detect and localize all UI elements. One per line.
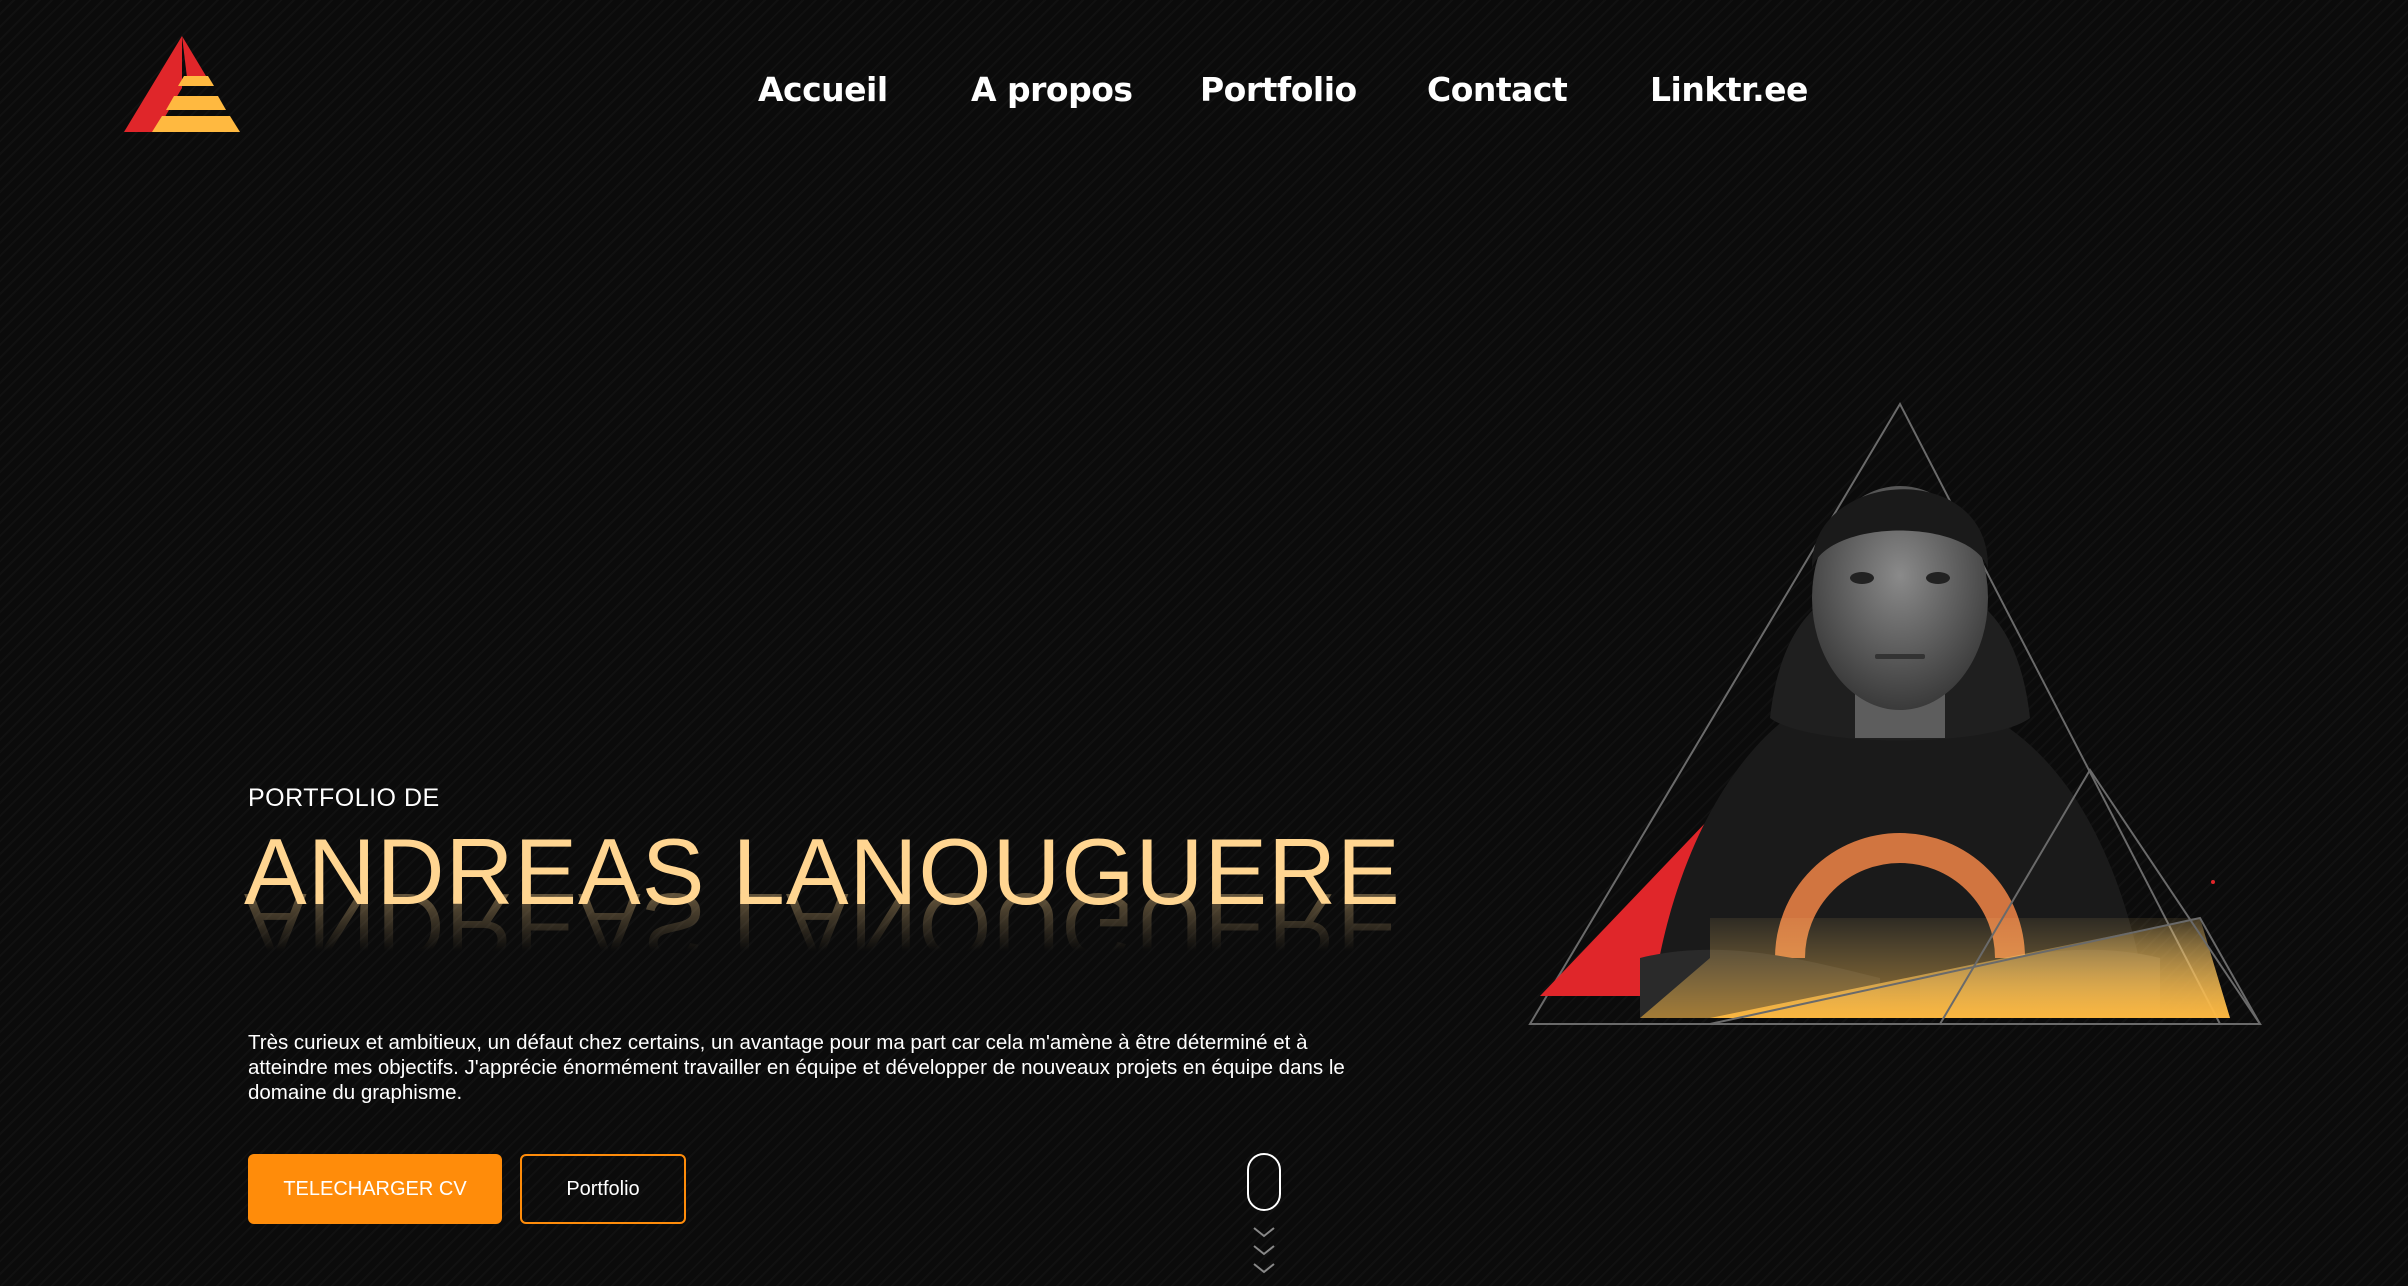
chevron-down-icon	[1253, 1263, 1275, 1274]
nav-item-linktree[interactable]: Linktr.ee	[1650, 62, 1808, 118]
nav-item-a-propos[interactable]: A propos	[971, 62, 1133, 118]
hero-name-reflection: ANDREAS LANOUGUERE	[244, 874, 1401, 979]
nav-item-contact[interactable]: Contact	[1427, 62, 1568, 118]
hero-eyebrow: PORTFOLIO DE	[248, 784, 440, 812]
hero-description: Très curieux et ambitieux, un défaut che…	[248, 1031, 1345, 1104]
main-nav: Accueil A propos Portfolio Contact Linkt…	[0, 62, 2408, 118]
hero-portrait-graphic	[1528, 401, 2262, 1025]
chevron-down-icon	[1253, 1227, 1275, 1238]
accent-dot	[2211, 880, 2215, 884]
download-cv-button[interactable]: TELECHARGER CV	[248, 1154, 502, 1224]
chevron-down-icon	[1253, 1245, 1275, 1256]
portfolio-button[interactable]: Portfolio	[520, 1154, 686, 1224]
nav-item-portfolio[interactable]: Portfolio	[1200, 62, 1357, 118]
mouse-scroll-icon[interactable]	[1246, 1152, 1282, 1282]
nav-item-accueil[interactable]: Accueil	[758, 62, 888, 118]
